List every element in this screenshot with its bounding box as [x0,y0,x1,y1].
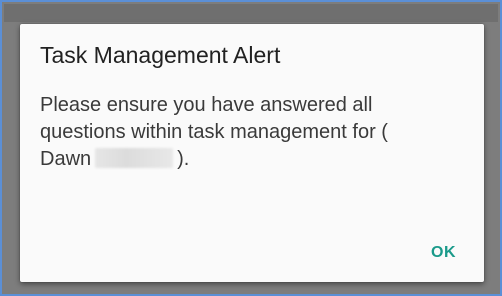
dialog-message-end: ). [177,148,190,170]
background-scrim [4,4,498,22]
dialog-title: Task Management Alert [40,42,281,68]
redacted-name-block [95,148,174,168]
ok-button[interactable]: OK [425,240,462,266]
dialog-message-text: Please ensure you have answered all ques… [40,94,388,170]
dialog-message: Please ensure you have answered all ques… [40,92,440,173]
